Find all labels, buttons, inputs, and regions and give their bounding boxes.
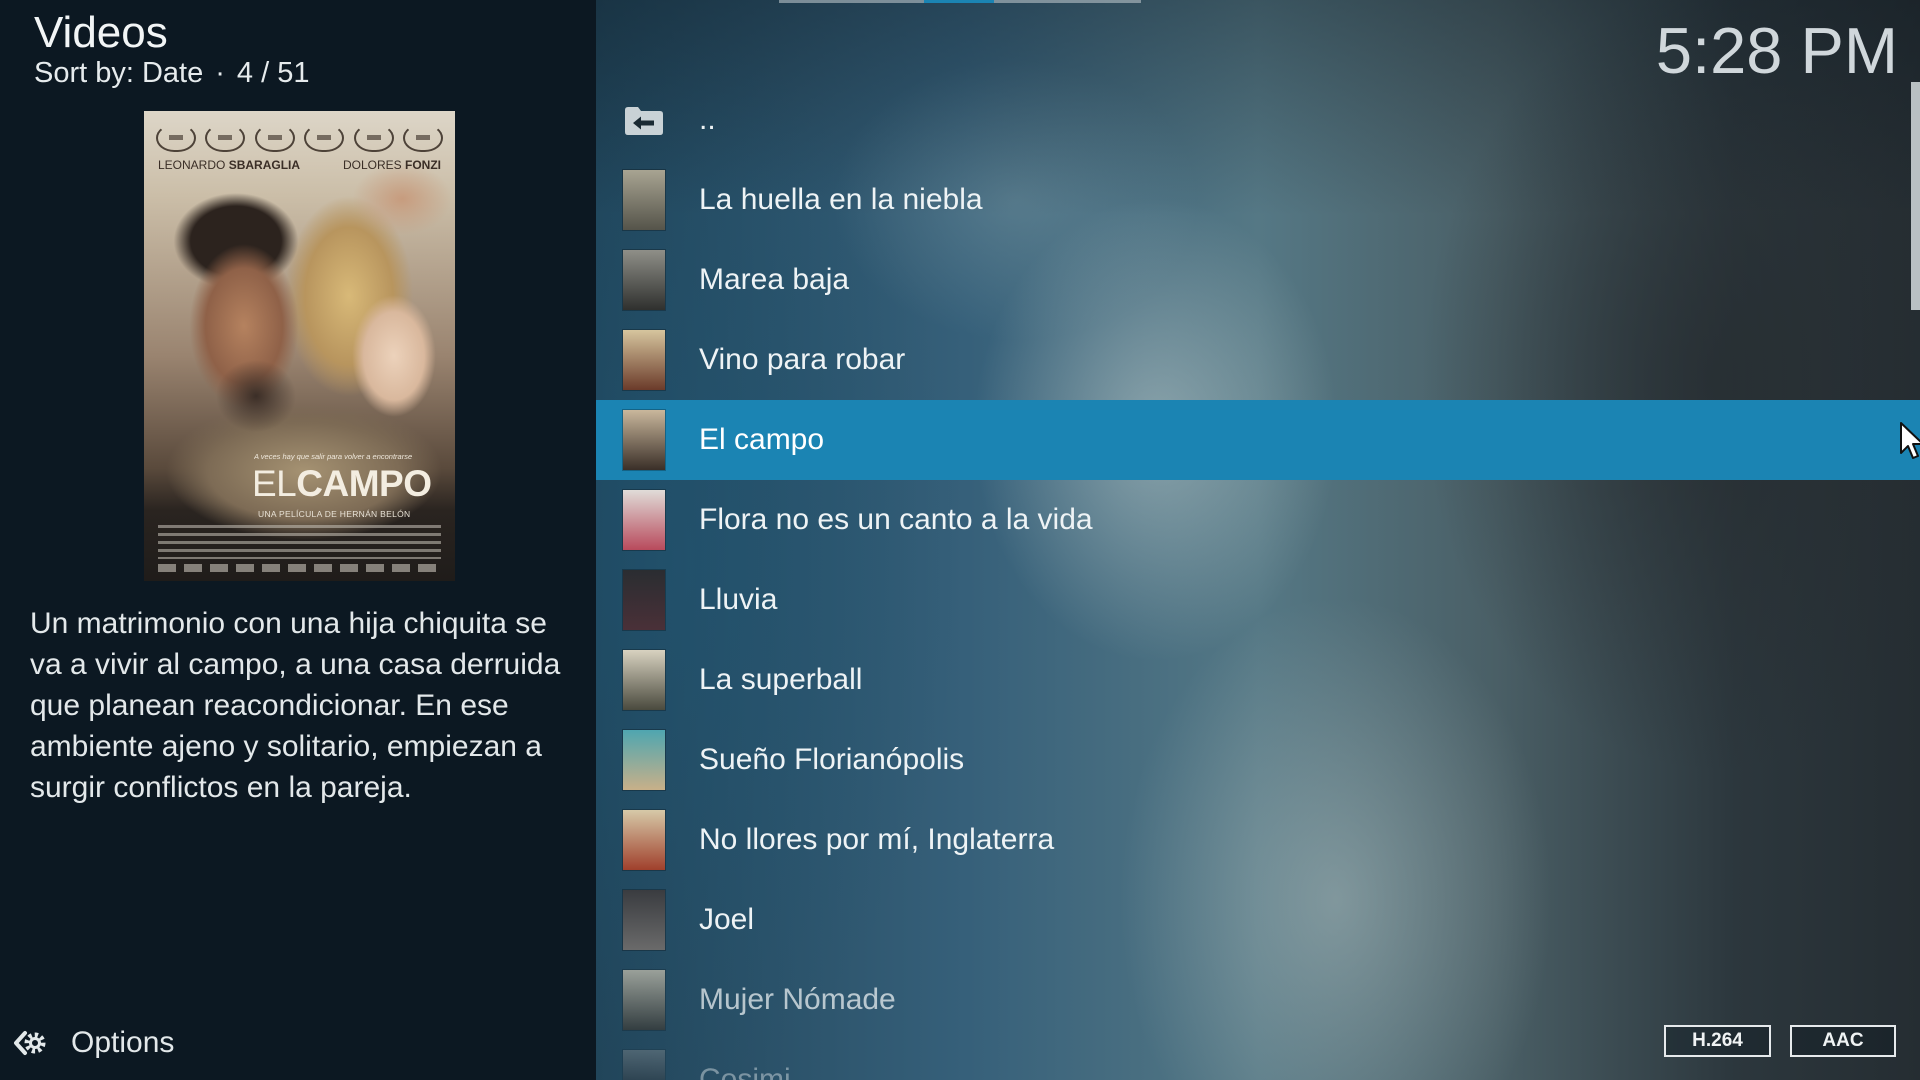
list-item-thumbnail	[623, 410, 665, 470]
poster-title: ELCAMPO	[252, 463, 432, 505]
laurel-icon	[254, 124, 295, 152]
list-item[interactable]: La huella en la niebla	[596, 160, 1920, 240]
list-item[interactable]: Joel	[596, 880, 1920, 960]
list-item-thumbnail	[623, 890, 665, 950]
laurel-icon	[353, 124, 394, 152]
poster-cast-2-first: DOLORES	[342, 158, 402, 172]
clock: 5:28 PM	[1655, 14, 1898, 87]
options-label: Options	[71, 1026, 175, 1059]
poster-cast-2: DOLORES FONZI	[343, 158, 441, 172]
list-item-thumbnail	[623, 490, 665, 550]
list-scrollbar[interactable]	[1911, 82, 1920, 310]
laurel-icon	[205, 124, 246, 152]
poster-title-light: EL	[252, 463, 297, 504]
list-item-thumbnail	[623, 970, 665, 1030]
list-item-thumbnail	[623, 810, 665, 870]
list-item[interactable]: No llores por mí, Inglaterra	[596, 800, 1920, 880]
list-item[interactable]: Vino para robar	[596, 320, 1920, 400]
list-item-title: La huella en la niebla	[699, 183, 983, 216]
list-item-title: Marea baja	[699, 263, 850, 296]
list-item-title: Cosimi	[699, 1063, 791, 1080]
options-button[interactable]: Options	[12, 1022, 192, 1064]
poster-cast-1-last: SBARAGLIA	[228, 158, 301, 172]
poster-tagline: A veces hay que salir para volver a enco…	[254, 452, 413, 461]
award-laurels	[156, 123, 443, 153]
parent-folder-item[interactable]: ..	[596, 80, 1920, 160]
list-item[interactable]: El campo	[596, 400, 1920, 480]
list-item[interactable]: La superball	[596, 640, 1920, 720]
top-progress-bar	[779, 0, 1141, 3]
list-item-thumbnail	[623, 250, 665, 310]
audio-codec-badge: AAC	[1790, 1025, 1896, 1057]
laurel-icon	[156, 124, 196, 152]
list-item-title: Vino para robar	[699, 343, 906, 376]
options-icon	[14, 1031, 46, 1055]
sort-info: Sort by: Date · 4 / 51	[34, 56, 309, 90]
list-item-title: ..	[699, 103, 716, 136]
list-item[interactable]: Lluvia	[596, 560, 1920, 640]
page-title: Videos	[34, 8, 168, 57]
list-item-thumbnail	[623, 170, 665, 230]
list-item-title: No llores por mí, Inglaterra	[699, 823, 1055, 856]
poster-title-bold: CAMPO	[296, 463, 432, 504]
laurel-icon	[304, 124, 345, 152]
poster-credits-block	[158, 525, 441, 559]
list-item[interactable]: Marea baja	[596, 240, 1920, 320]
mouse-cursor-icon	[1900, 422, 1920, 459]
folder-back-icon	[625, 107, 663, 135]
video-codec-badge: H.264	[1664, 1025, 1771, 1057]
sort-label[interactable]: Sort by: Date	[34, 57, 203, 89]
list-item-title: Lluvia	[699, 583, 778, 616]
list-item-thumbnail	[623, 650, 665, 710]
list-item[interactable]: Flora no es un canto a la vida	[596, 480, 1920, 560]
top-progress-segment	[924, 0, 994, 3]
list-item-title: La superball	[699, 663, 863, 696]
poster-cast-1-first: LEONARDO	[158, 158, 226, 172]
sort-separator: ·	[215, 57, 225, 89]
poster-cast-1: LEONARDO SBARAGLIA	[158, 158, 300, 172]
list-item-title: Joel	[699, 903, 755, 936]
media-list: .. La huella en la niebla Marea baja Vin…	[596, 80, 1920, 1080]
list-item-thumbnail	[623, 1050, 665, 1080]
list-item-thumbnail	[623, 330, 665, 390]
list-item-title: Sueño Florianópolis	[699, 743, 965, 776]
list-item-thumbnail	[623, 730, 665, 790]
list-item[interactable]: Sueño Florianópolis	[596, 720, 1920, 800]
item-position: 4 / 51	[236, 57, 310, 89]
laurel-icon	[402, 124, 443, 152]
poster-director-line: UNA PELÍCULA DE HERNÁN BELÓN	[258, 509, 411, 519]
list-item-title: Mujer Nómade	[699, 983, 896, 1016]
list-item-title: El campo	[699, 423, 825, 456]
poster-cast-2-last: FONZI	[405, 158, 441, 172]
plot-description: Un matrimonio con una hija chiquita se v…	[30, 607, 561, 804]
poster-logos	[158, 564, 441, 572]
list-item-title: Flora no es un canto a la vida	[699, 503, 1093, 536]
poster: LEONARDO SBARAGLIA DOLORES FONZI A veces…	[144, 111, 455, 581]
list-item-thumbnail	[623, 570, 665, 630]
